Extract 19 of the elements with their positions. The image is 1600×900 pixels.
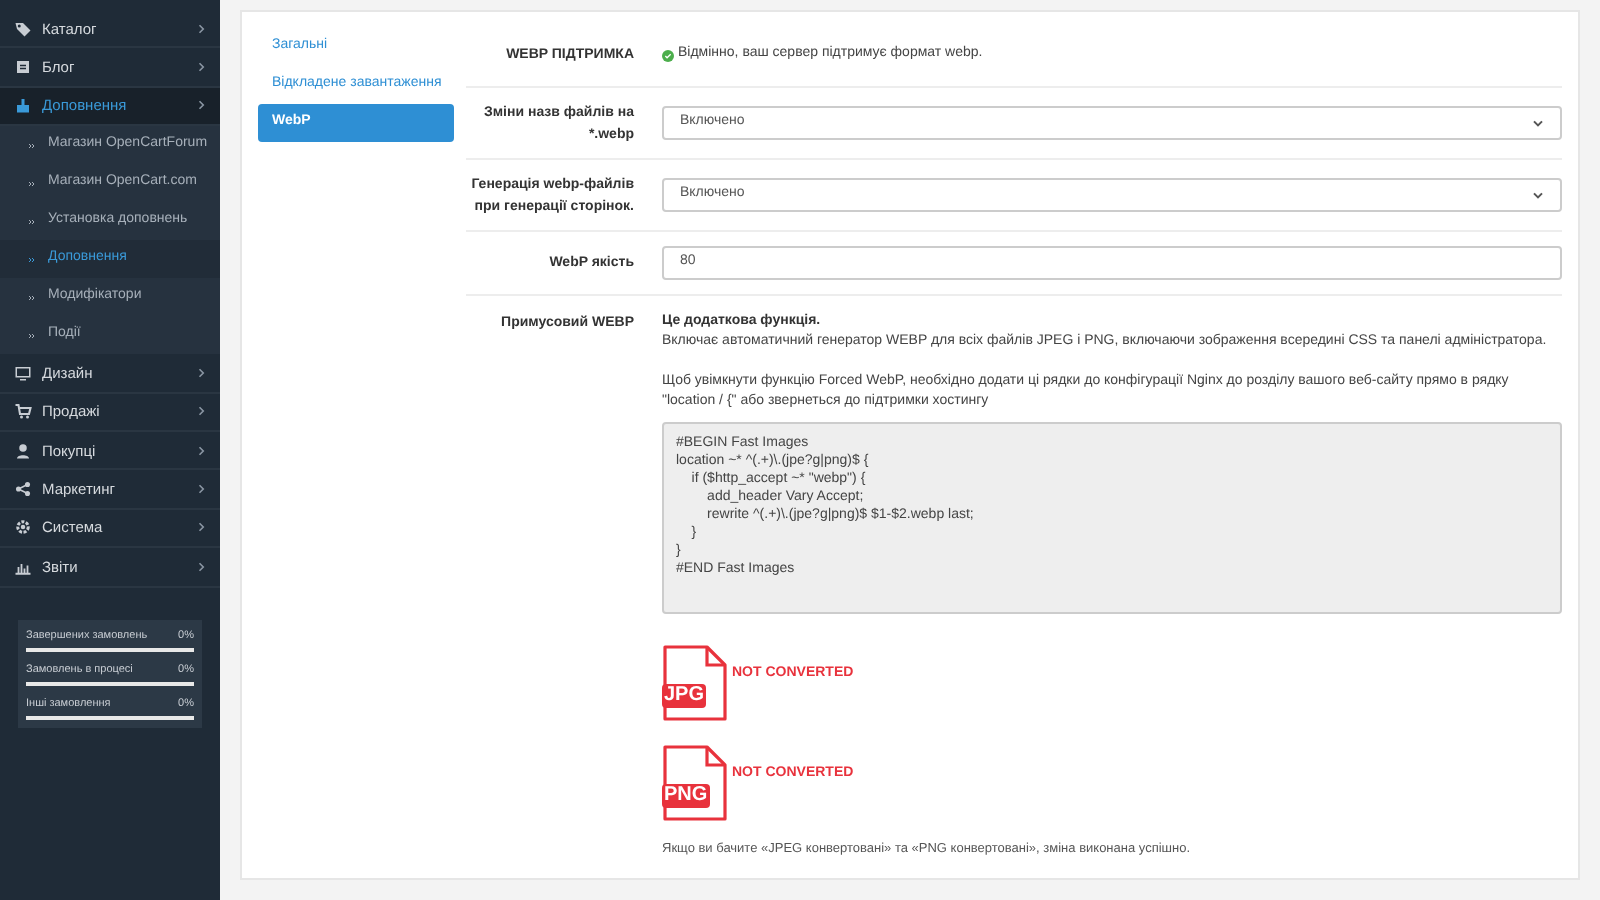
document-icon: [14, 58, 32, 77]
settings-icon: [14, 518, 32, 537]
chevron-icon: [198, 62, 206, 73]
user-icon: [14, 441, 32, 460]
chevron-icon: [198, 23, 206, 34]
monitor-icon: [14, 363, 32, 382]
share-icon: [14, 480, 32, 499]
chevron-icon: [198, 100, 206, 111]
file-type-label: JPG: [662, 684, 707, 708]
chevron-icon: [198, 406, 206, 417]
tag-icon: [14, 19, 32, 38]
chevron-icon: [198, 445, 206, 456]
chevron-icon: [198, 367, 206, 378]
check-icon: [662, 49, 674, 61]
chevron-icon: [198, 484, 206, 495]
cart-icon: [14, 402, 32, 421]
file-type-label: PNG: [662, 784, 710, 808]
chevron-icon: [198, 522, 206, 533]
chevron-icon: [198, 561, 206, 572]
